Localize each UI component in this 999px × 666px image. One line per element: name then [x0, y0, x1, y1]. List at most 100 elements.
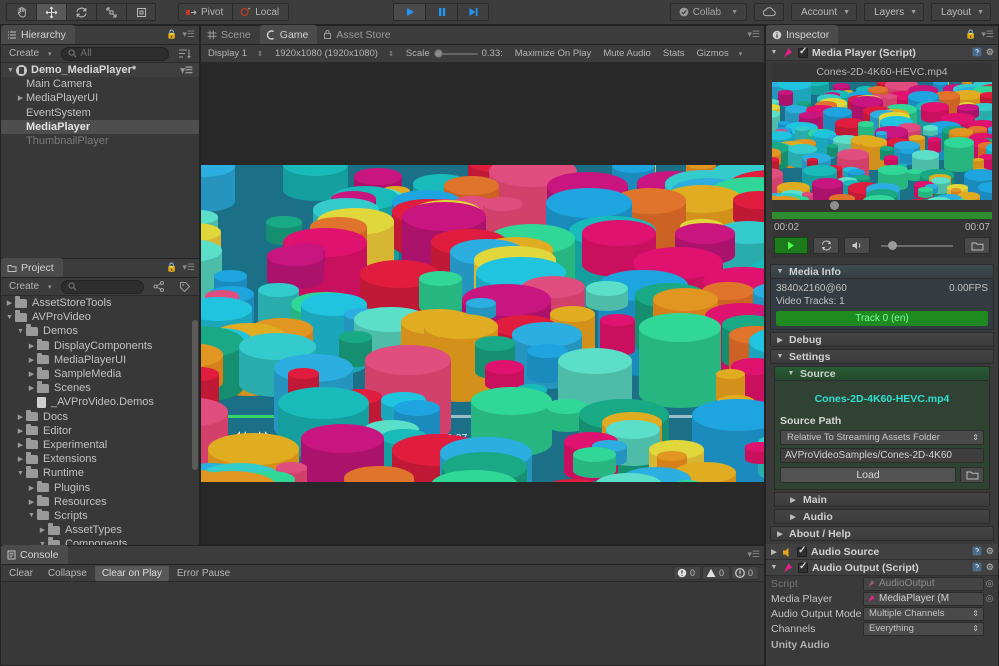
- project-item-runtime[interactable]: ▼ Runtime: [1, 466, 199, 480]
- source-path-mode-dropdown[interactable]: Relative To Streaming Assets Folder ⇕: [780, 430, 984, 445]
- panel-menu-icon[interactable]: ▾☰: [182, 262, 195, 273]
- preview-play-button[interactable]: [774, 237, 808, 254]
- console-clear-on-play-button[interactable]: Clear on Play: [94, 565, 169, 581]
- console-collapse-button[interactable]: Collapse: [41, 566, 94, 581]
- preview-folder-button[interactable]: [964, 237, 990, 254]
- scale-track[interactable]: [433, 48, 478, 58]
- maximize-on-play-button[interactable]: Maximize On Play: [510, 47, 597, 60]
- media-player-component-header[interactable]: ▼ Media Player (Script) ⚙: [766, 45, 998, 61]
- foldout-closed-icon[interactable]: ▶: [26, 370, 37, 378]
- account-dropdown[interactable]: Account ▼: [791, 3, 858, 21]
- tab-project[interactable]: Project: [1, 258, 63, 277]
- source-path-input[interactable]: AVProVideoSamples/Cones-2D-4K60: [780, 448, 984, 463]
- lock-icon[interactable]: 🔒: [965, 29, 976, 40]
- object-picker-icon[interactable]: ◎: [984, 593, 995, 604]
- media-player-enabled-checkbox[interactable]: [798, 46, 808, 58]
- lock-icon[interactable]: 🔒: [166, 262, 177, 273]
- foldout-closed-icon[interactable]: ▶: [15, 441, 26, 449]
- foldout-open-icon[interactable]: ▼: [4, 314, 15, 321]
- project-item-displaycomponents[interactable]: ▶ DisplayComponents: [1, 338, 199, 353]
- collab-button[interactable]: Collab ▼: [669, 3, 747, 21]
- move-tool-button[interactable]: [36, 3, 66, 21]
- foldout-open-icon[interactable]: ▼: [787, 370, 795, 377]
- media-info-header[interactable]: ▼ Media Info: [770, 264, 994, 279]
- tab-asset-store[interactable]: Asset Store: [317, 25, 399, 44]
- hierarchy-item-mediaplayer[interactable]: ▶MediaPlayer: [1, 119, 199, 134]
- object-field-script[interactable]: AudioOutput: [863, 576, 984, 591]
- preview-scrub-knob[interactable]: [830, 201, 839, 210]
- panel-menu-icon[interactable]: ▾☰: [182, 29, 195, 40]
- project-scrollbar[interactable]: [192, 320, 198, 470]
- preview-video-surface[interactable]: [772, 82, 992, 200]
- gear-icon[interactable]: ⚙: [986, 562, 994, 573]
- hierarchy-root-row[interactable]: ▼ Demo_MediaPlayer* ▾☰: [1, 63, 199, 78]
- panel-menu-icon[interactable]: ▾☰: [747, 549, 760, 560]
- tab-inspector[interactable]: Inspector: [766, 25, 839, 44]
- object-field-media-player[interactable]: MediaPlayer (M: [863, 591, 984, 606]
- debug-header[interactable]: ▶ Debug: [770, 332, 994, 347]
- preview-loop-button[interactable]: [813, 237, 839, 254]
- hierarchy-search-input[interactable]: All: [60, 46, 169, 61]
- project-item-resources[interactable]: ▶ Resources: [1, 494, 199, 509]
- object-picker-icon[interactable]: ◎: [984, 578, 995, 589]
- foldout-closed-icon[interactable]: ▶: [26, 356, 37, 364]
- project-create-button[interactable]: Create ▾: [4, 280, 57, 293]
- gear-icon[interactable]: ⚙: [986, 47, 994, 58]
- project-item-assettypes[interactable]: ▶ AssetTypes: [1, 523, 199, 537]
- console-info-count[interactable]: 0: [730, 566, 759, 580]
- foldout-open-icon[interactable]: ▼: [776, 353, 784, 360]
- hand-tool-button[interactable]: [6, 3, 36, 21]
- help-icon[interactable]: [972, 546, 982, 558]
- project-item-docs[interactable]: ▶ Docs: [1, 409, 199, 424]
- main-subsection-header[interactable]: ▶ Main: [774, 492, 990, 507]
- hierarchy-item-eventsystem[interactable]: ▶EventSystem: [1, 106, 199, 120]
- project-item-scripts[interactable]: ▼ Scripts: [1, 508, 199, 523]
- scale-knob[interactable]: [433, 48, 443, 58]
- media-track-button[interactable]: Track 0 (en): [776, 311, 988, 326]
- lock-icon[interactable]: 🔒: [166, 29, 177, 40]
- panel-menu-icon[interactable]: ▾☰: [747, 29, 760, 40]
- foldout-closed-icon[interactable]: ▶: [15, 413, 26, 421]
- play-button[interactable]: [393, 3, 426, 21]
- game-render-area[interactable]: 00:02 / 00:07 4K60: [201, 64, 764, 544]
- audio-output-component-header[interactable]: ▼ Audio Output (Script) ⚙: [766, 560, 998, 576]
- help-icon[interactable]: [972, 562, 982, 574]
- scene-menu-icon[interactable]: ▾☰: [180, 65, 193, 76]
- project-item-editor[interactable]: ▶ Editor: [1, 423, 199, 438]
- console-error-count[interactable]: 0: [672, 566, 701, 580]
- stats-button[interactable]: Stats: [658, 47, 690, 60]
- hierarchy-sort-button[interactable]: [173, 47, 196, 60]
- panel-menu-icon[interactable]: ▾☰: [981, 29, 994, 40]
- tab-scene[interactable]: Scene: [201, 25, 260, 44]
- console-clear-button[interactable]: Clear: [2, 566, 40, 581]
- gizmos-dropdown[interactable]: Gizmos ▾: [692, 47, 748, 60]
- hierarchy-item-mediaplayerui[interactable]: ▶ MediaPlayerUI: [1, 91, 199, 105]
- project-item--avprovideo-demos[interactable]: ▶ _AVProVideo.Demos: [1, 395, 199, 409]
- tab-console[interactable]: Console: [1, 545, 68, 564]
- foldout-closed-icon[interactable]: ▶: [26, 484, 37, 492]
- project-search-input[interactable]: [60, 279, 144, 294]
- local-toggle-button[interactable]: Local: [232, 3, 290, 21]
- hierarchy-item-main-camera[interactable]: ▶Main Camera: [1, 77, 199, 91]
- dropdown-audio-output-mode[interactable]: Multiple Channels ⇕: [863, 606, 984, 621]
- dropdown-channels[interactable]: Everything ⇕: [863, 621, 984, 636]
- foldout-open-icon[interactable]: ▼: [15, 470, 26, 477]
- mute-audio-button[interactable]: Mute Audio: [598, 47, 656, 60]
- foldout-open-icon[interactable]: ▼: [5, 67, 16, 74]
- foldout-closed-icon[interactable]: ▶: [789, 496, 797, 504]
- foldout-closed-icon[interactable]: ▶: [776, 336, 784, 344]
- preview-volume-slider[interactable]: [881, 240, 953, 250]
- preview-scrubber[interactable]: [772, 200, 992, 212]
- console-warning-count[interactable]: 0: [701, 566, 730, 580]
- display-dropdown[interactable]: Display 1 ⇕: [203, 47, 268, 60]
- project-item-plugins[interactable]: ▶ Plugins: [1, 480, 199, 494]
- foldout-open-icon[interactable]: ▼: [776, 268, 784, 275]
- project-item-mediaplayerui[interactable]: ▶ MediaPlayerUI: [1, 352, 199, 367]
- scale-slider[interactable]: Scale 0.33:: [401, 47, 508, 60]
- project-item-extensions[interactable]: ▶ Extensions: [1, 452, 199, 466]
- foldout-closed-icon[interactable]: ▶: [26, 384, 37, 392]
- rotate-tool-button[interactable]: [66, 3, 96, 21]
- services-cloud-button[interactable]: [754, 3, 784, 21]
- project-item-scenes[interactable]: ▶ Scenes: [1, 381, 199, 395]
- console-log-list[interactable]: [1, 582, 764, 664]
